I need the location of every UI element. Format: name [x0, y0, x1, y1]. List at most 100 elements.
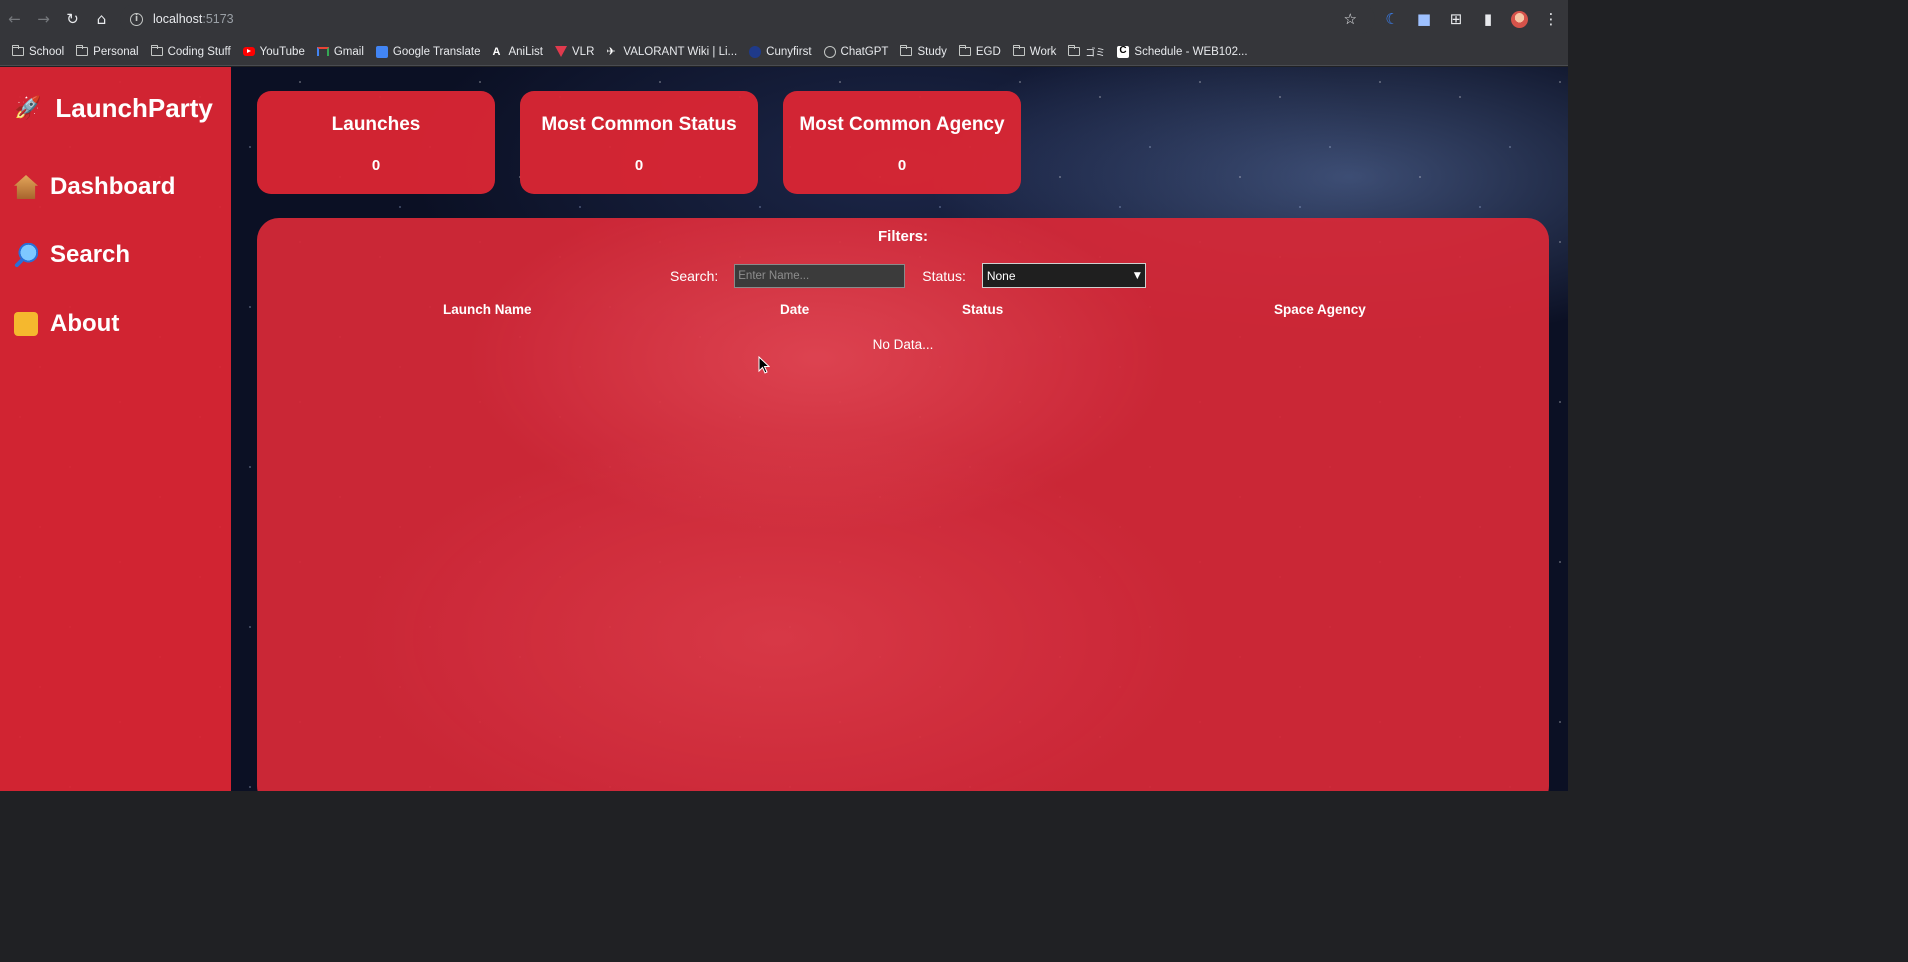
- browser-toolbar: ← → ↻ ⌂ i localhost:5173 ☆ ☾ ■ ⊞ ▮ ⋮: [0, 0, 1568, 38]
- youtube-icon: [242, 47, 255, 56]
- bookmark-work[interactable]: Work: [1007, 45, 1063, 58]
- main-content: Launches 0 Most Common Status 0 Most Com…: [231, 67, 1568, 791]
- bookmark-label: Gmail: [333, 45, 364, 58]
- bookmark-label: Work: [1029, 45, 1057, 58]
- folder-icon: [12, 45, 24, 56]
- google-translate-icon: [375, 45, 388, 58]
- card-value: 0: [634, 157, 644, 174]
- card-value: 0: [897, 157, 907, 174]
- bookmark-label: EGD: [975, 45, 1001, 58]
- empty-state-text: No Data...: [872, 337, 934, 352]
- bookmark-label: VALORANT Wiki | Li...: [623, 45, 738, 58]
- status-selected-value: None: [986, 268, 1016, 283]
- bookmark-label: VLR: [572, 45, 595, 58]
- bookmarks-bar: School Personal Coding Stuff YouTube Gma…: [0, 38, 1568, 66]
- bookmark-google-translate[interactable]: Google Translate: [370, 45, 487, 58]
- back-arrow-icon[interactable]: ←: [0, 5, 29, 34]
- chevron-down-icon: ▼: [1133, 270, 1141, 281]
- sidebar-item-label: About: [50, 310, 120, 337]
- url-host: localhost: [153, 12, 203, 26]
- brand-title: LaunchParty: [55, 93, 213, 123]
- reload-icon[interactable]: ↻: [58, 5, 87, 34]
- bookmark-label: School: [29, 45, 65, 58]
- bookmark-personal[interactable]: Personal: [70, 45, 144, 58]
- folder-icon: [76, 45, 89, 56]
- bookmark-vlr[interactable]: VLR: [549, 46, 600, 58]
- sidebar-item-label: Search: [50, 241, 131, 268]
- url-port: :5173: [202, 12, 234, 26]
- bookmark-valorant-wiki[interactable]: ✈ VALORANT Wiki | Li...: [600, 46, 743, 58]
- status-label: Status:: [922, 267, 966, 284]
- bookmark-anilist[interactable]: A AniList: [486, 46, 549, 58]
- sidebar-item-dashboard[interactable]: Dashboard: [14, 173, 175, 201]
- bookmark-youtube[interactable]: YouTube: [237, 46, 311, 58]
- valorant-icon: ✈: [606, 45, 616, 58]
- house-icon: [14, 175, 38, 199]
- canvas-icon: [1117, 45, 1130, 58]
- stat-card-most-common-status: Most Common Status 0: [520, 91, 758, 194]
- magnifying-glass-icon: [14, 243, 38, 267]
- cunyfirst-icon: [749, 45, 762, 58]
- vlr-icon: [555, 46, 568, 57]
- bookmark-school[interactable]: School: [6, 45, 70, 58]
- stat-card-launches: Launches 0: [257, 91, 495, 194]
- extensions-puzzle-icon[interactable]: ⊞: [1447, 10, 1465, 28]
- folder-icon: [150, 45, 163, 56]
- bookmark-star-icon[interactable]: ☆: [1344, 10, 1357, 28]
- card-title: Launches: [331, 114, 421, 135]
- page-viewport: 🚀 LaunchParty Dashboard Search About Lau…: [0, 67, 1568, 791]
- bookmark-gmail[interactable]: Gmail: [311, 46, 370, 58]
- sidebar-item-search[interactable]: Search: [14, 241, 130, 269]
- column-header-date[interactable]: Date: [780, 302, 809, 317]
- bookmark-egd[interactable]: EGD: [953, 45, 1007, 58]
- column-header-space-agency[interactable]: Space Agency: [1274, 302, 1366, 317]
- folder-icon: [1012, 45, 1025, 56]
- bookmark-chatgpt[interactable]: ChatGPT: [818, 45, 895, 58]
- folder-icon: [958, 45, 971, 56]
- bookmark-label: Schedule - WEB102...: [1134, 45, 1248, 58]
- dark-mode-extension-icon[interactable]: ☾: [1383, 10, 1401, 28]
- search-input[interactable]: [734, 263, 906, 288]
- bookmark-label: YouTube: [259, 45, 305, 58]
- card-title: Most Common Agency: [799, 114, 1005, 135]
- bookmark-study[interactable]: Study: [894, 45, 952, 58]
- address-bar[interactable]: i localhost:5173 ☆: [120, 4, 1375, 34]
- bookmark-coding-stuff[interactable]: Coding Stuff: [145, 45, 237, 58]
- bookmark-label: ChatGPT: [840, 45, 889, 58]
- brand[interactable]: 🚀 LaunchParty: [14, 93, 213, 124]
- filter-row: Search: Status: None ▼: [670, 263, 1146, 288]
- site-info-icon[interactable]: i: [130, 12, 143, 26]
- extension-icon[interactable]: ■: [1415, 10, 1433, 28]
- search-label: Search:: [670, 267, 719, 284]
- folder-icon: [900, 45, 913, 56]
- profile-avatar[interactable]: [1511, 10, 1528, 28]
- sidebar-item-about[interactable]: About: [14, 310, 119, 338]
- side-panel-icon[interactable]: ▮: [1479, 10, 1497, 28]
- column-header-launch-name[interactable]: Launch Name: [443, 302, 532, 317]
- home-icon[interactable]: ⌂: [87, 5, 116, 34]
- bookmark-cunyfirst[interactable]: Cunyfirst: [743, 45, 817, 58]
- anilist-icon: A: [492, 45, 501, 58]
- bookmark-label: ゴミ: [1085, 48, 1106, 59]
- forward-arrow-icon[interactable]: →: [29, 5, 58, 34]
- card-value: 0: [371, 157, 381, 174]
- status-select[interactable]: None ▼: [981, 263, 1146, 288]
- gmail-icon: [316, 47, 329, 56]
- bookmark-gomi[interactable]: ゴミ: [1062, 44, 1111, 59]
- sidebar-item-label: Dashboard: [50, 173, 176, 200]
- column-header-status[interactable]: Status: [962, 302, 1003, 317]
- bookmark-label: Cunyfirst: [766, 45, 812, 58]
- sidebar: 🚀 LaunchParty Dashboard Search About: [0, 67, 231, 791]
- browser-actions: ☾ ■ ⊞ ▮ ⋮: [1383, 0, 1560, 38]
- card-title: Most Common Status: [541, 114, 737, 135]
- launch-list-panel: Filters: Search: Status: None ▼ Launch N…: [257, 218, 1549, 791]
- stat-card-most-common-agency: Most Common Agency 0: [783, 91, 1021, 194]
- bookmark-label: Study: [917, 45, 947, 58]
- folder-icon: [1068, 45, 1081, 56]
- bookmark-label: AniList: [508, 45, 544, 58]
- menu-dots-icon[interactable]: ⋮: [1542, 10, 1560, 28]
- filters-title: Filters:: [877, 228, 928, 245]
- chatgpt-icon: [823, 45, 836, 58]
- rock-hand-icon: [14, 312, 38, 336]
- bookmark-schedule[interactable]: Schedule - WEB102...: [1111, 45, 1253, 58]
